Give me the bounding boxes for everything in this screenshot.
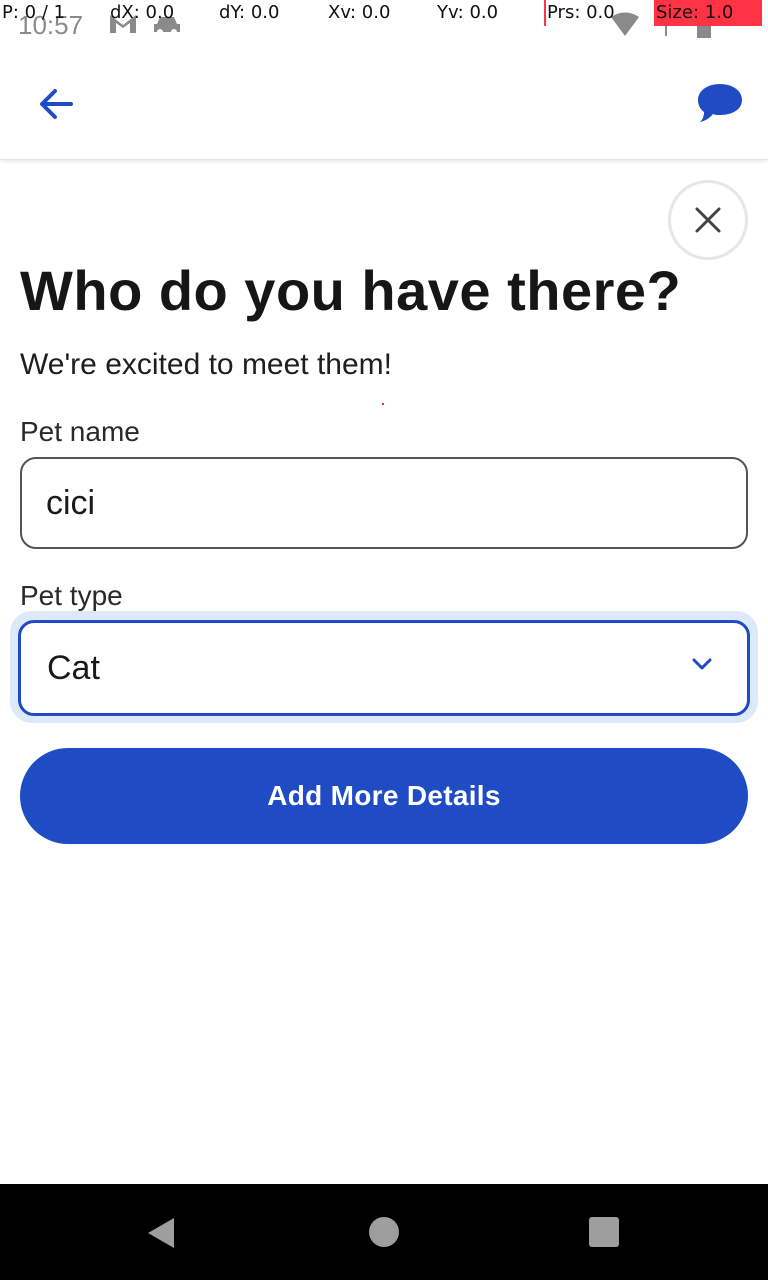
nav-back-button[interactable]: [146, 1216, 176, 1255]
overlay-yv: Yv: 0.0: [437, 2, 499, 23]
page-subtitle: We're excited to meet them!: [20, 348, 392, 381]
pet-name-label: Pet name: [20, 416, 140, 447]
pet-type-select[interactable]: Cat: [18, 620, 750, 716]
status-bar: 10:57 P: 0 / 1 dX: 0.0 dY: 0.0 Xv: 0.0 Y…: [0, 0, 768, 48]
nav-recents-button[interactable]: [589, 1217, 619, 1247]
chat-bubble-icon: [698, 84, 742, 122]
overlay-dx: dX: 0.0: [110, 2, 175, 23]
page-title: Who do you have there?: [20, 259, 682, 322]
pet-type-value: Cat: [47, 648, 100, 687]
overlay-xv: Xv: 0.0: [328, 2, 391, 23]
nav-home-button[interactable]: [369, 1217, 399, 1247]
overlay-p: P: 0 / 1: [2, 2, 66, 23]
arrow-left-icon: [40, 89, 73, 119]
app-bar: [0, 48, 768, 160]
pet-name-input[interactable]: [20, 457, 748, 549]
close-button[interactable]: [668, 180, 748, 260]
add-more-details-button[interactable]: Add More Details: [20, 748, 748, 844]
close-icon: [695, 207, 721, 233]
touch-point-marker: [382, 403, 384, 405]
chevron-down-icon: [691, 657, 713, 676]
pet-type-label: Pet type: [20, 580, 123, 611]
overlay-prs: Prs: 0.0: [547, 2, 615, 23]
system-nav-bar: [0, 1184, 768, 1280]
triangle-back-icon: [148, 1218, 174, 1248]
pointer-overlay: P: 0 / 1 dX: 0.0 dY: 0.0 Xv: 0.0 Yv: 0.0…: [0, 0, 768, 26]
overlay-dy: dY: 0.0: [219, 2, 280, 23]
back-button[interactable]: [30, 80, 82, 128]
chat-button[interactable]: [692, 78, 748, 128]
overlay-size: Size: 1.0: [656, 2, 734, 23]
